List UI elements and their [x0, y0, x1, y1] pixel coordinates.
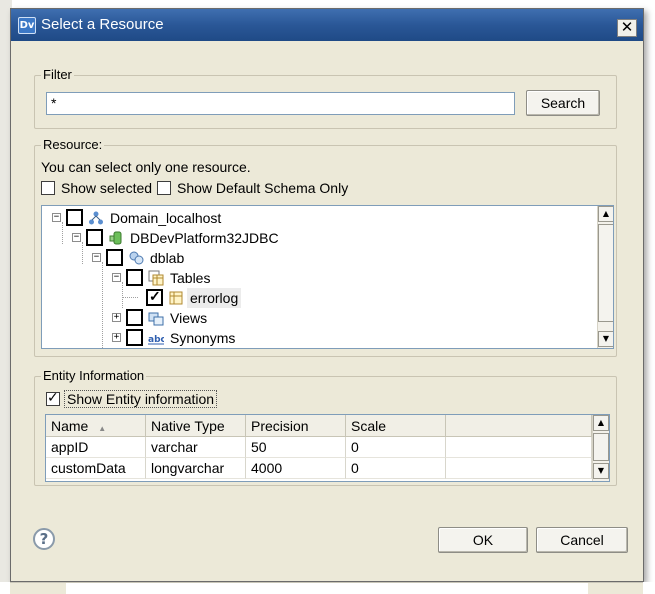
background-panel	[66, 582, 588, 594]
column-header-native-type[interactable]: Native Type	[146, 415, 246, 437]
tree-item-label: DBDevPlatform32JDBC	[130, 230, 279, 246]
views-icon	[148, 312, 164, 326]
tree-checkbox[interactable]	[126, 309, 143, 326]
schema-icon	[129, 251, 144, 265]
table-icon	[169, 291, 183, 305]
tree-item-label: Views	[170, 310, 208, 326]
app-icon: Dv	[18, 17, 36, 34]
resource-tree[interactable]: − Domain_localhost − DBDevPlatform32JDBC…	[41, 205, 614, 349]
collapse-icon[interactable]: −	[112, 273, 121, 282]
scrollbar-thumb[interactable]	[598, 224, 613, 322]
ok-button[interactable]: OK	[438, 527, 528, 553]
scroll-up-icon[interactable]: ▲	[593, 415, 609, 431]
resource-hint: You can select only one resource.	[41, 159, 251, 175]
scrollbar-thumb[interactable]	[593, 433, 609, 461]
show-default-schema-label: Show Default Schema Only	[177, 180, 349, 196]
checkmark-icon: ✓	[149, 288, 161, 304]
database-icon	[109, 231, 122, 245]
table-cell[interactable]: 0	[346, 437, 446, 458]
show-default-schema-checkbox[interactable]	[157, 181, 171, 195]
collapse-icon[interactable]: −	[52, 213, 61, 222]
show-selected-checkbox[interactable]	[41, 181, 55, 195]
tables-icon	[148, 270, 164, 286]
checkmark-icon: ✓	[47, 390, 59, 406]
tree-item-label: Synonyms	[170, 330, 236, 346]
tree-item-label: errorlog	[187, 288, 242, 308]
background-panel	[588, 582, 643, 594]
tree-item-synonyms[interactable]: + abc Synonyms	[42, 328, 602, 348]
column-header-name[interactable]: Name ▲	[46, 415, 146, 437]
tree-item-label: Domain_localhost	[110, 210, 222, 226]
expand-icon[interactable]: +	[112, 333, 121, 342]
window-title: Select a Resource	[41, 16, 164, 33]
expand-icon[interactable]: +	[112, 313, 121, 322]
tree-item-views[interactable]: + Views	[42, 308, 602, 328]
domain-icon	[89, 211, 103, 225]
synonyms-icon: abc	[148, 335, 164, 345]
table-cell[interactable]: 4000	[246, 458, 346, 479]
show-entity-checkbox[interactable]: ✓	[46, 390, 60, 406]
scroll-down-icon[interactable]: ▼	[593, 463, 609, 479]
entity-legend: Entity Information	[41, 368, 147, 383]
scroll-up-icon[interactable]: ▲	[598, 206, 613, 222]
tree-checkbox[interactable]	[106, 249, 123, 266]
resource-legend: Resource:	[41, 137, 105, 152]
collapse-icon[interactable]: −	[92, 253, 101, 262]
tree-item-domain[interactable]: − Domain_localhost	[42, 208, 602, 228]
tree-scrollbar[interactable]: ▲ ▼	[597, 206, 613, 348]
table-cell	[446, 458, 592, 479]
tree-checkbox[interactable]	[126, 329, 143, 346]
tree-checkbox[interactable]	[126, 269, 143, 286]
tree-item-label: dblab	[150, 250, 185, 266]
table-cell[interactable]: appID	[46, 437, 146, 458]
table-cell[interactable]: 0	[346, 458, 446, 479]
table-cell[interactable]: 50	[246, 437, 346, 458]
background-panel	[10, 582, 66, 594]
table-cell[interactable]: longvarchar	[146, 458, 246, 479]
table-scrollbar[interactable]: ▲ ▼	[592, 415, 609, 481]
table-cell[interactable]: customData	[46, 458, 146, 479]
show-selected-label: Show selected	[61, 180, 153, 196]
cancel-button[interactable]: Cancel	[536, 527, 628, 553]
close-icon: ✕	[620, 18, 634, 36]
tree-item-database[interactable]: − DBDevPlatform32JDBC	[42, 228, 602, 248]
table-cell	[446, 437, 592, 458]
title-bar[interactable]: Dv Select a Resource ✕	[11, 9, 643, 41]
column-header-scale[interactable]: Scale	[346, 415, 446, 437]
help-icon[interactable]: ?	[33, 528, 55, 550]
background-window-edge	[0, 582, 655, 594]
filter-legend: Filter	[41, 67, 74, 82]
tree-checkbox[interactable]	[86, 229, 103, 246]
show-entity-label: Show Entity information	[64, 390, 218, 408]
search-button[interactable]: Search	[526, 90, 600, 116]
tree-item-label: Tables	[170, 270, 211, 286]
sort-ascending-icon: ▲	[98, 424, 107, 433]
table-cell[interactable]: varchar	[146, 437, 246, 458]
tree-checkbox[interactable]	[66, 209, 83, 226]
collapse-icon[interactable]: −	[72, 233, 81, 242]
tree-item-schema[interactable]: − dblab	[42, 248, 602, 268]
tree-checkbox[interactable]: ✓	[146, 288, 163, 306]
column-header-precision[interactable]: Precision	[246, 415, 346, 437]
select-resource-dialog: Dv Select a Resource ✕ Filter * Search R…	[10, 8, 644, 582]
tree-item-tables[interactable]: − Tables	[42, 268, 602, 288]
column-header-filler	[446, 415, 592, 437]
close-button[interactable]: ✕	[617, 19, 637, 37]
tree-item-errorlog[interactable]: ✓ errorlog	[42, 288, 602, 308]
scroll-down-icon[interactable]: ▼	[598, 331, 613, 347]
entity-table[interactable]: Name ▲ Native Type Precision Scale appID…	[45, 414, 610, 482]
filter-input[interactable]: *	[46, 92, 515, 115]
